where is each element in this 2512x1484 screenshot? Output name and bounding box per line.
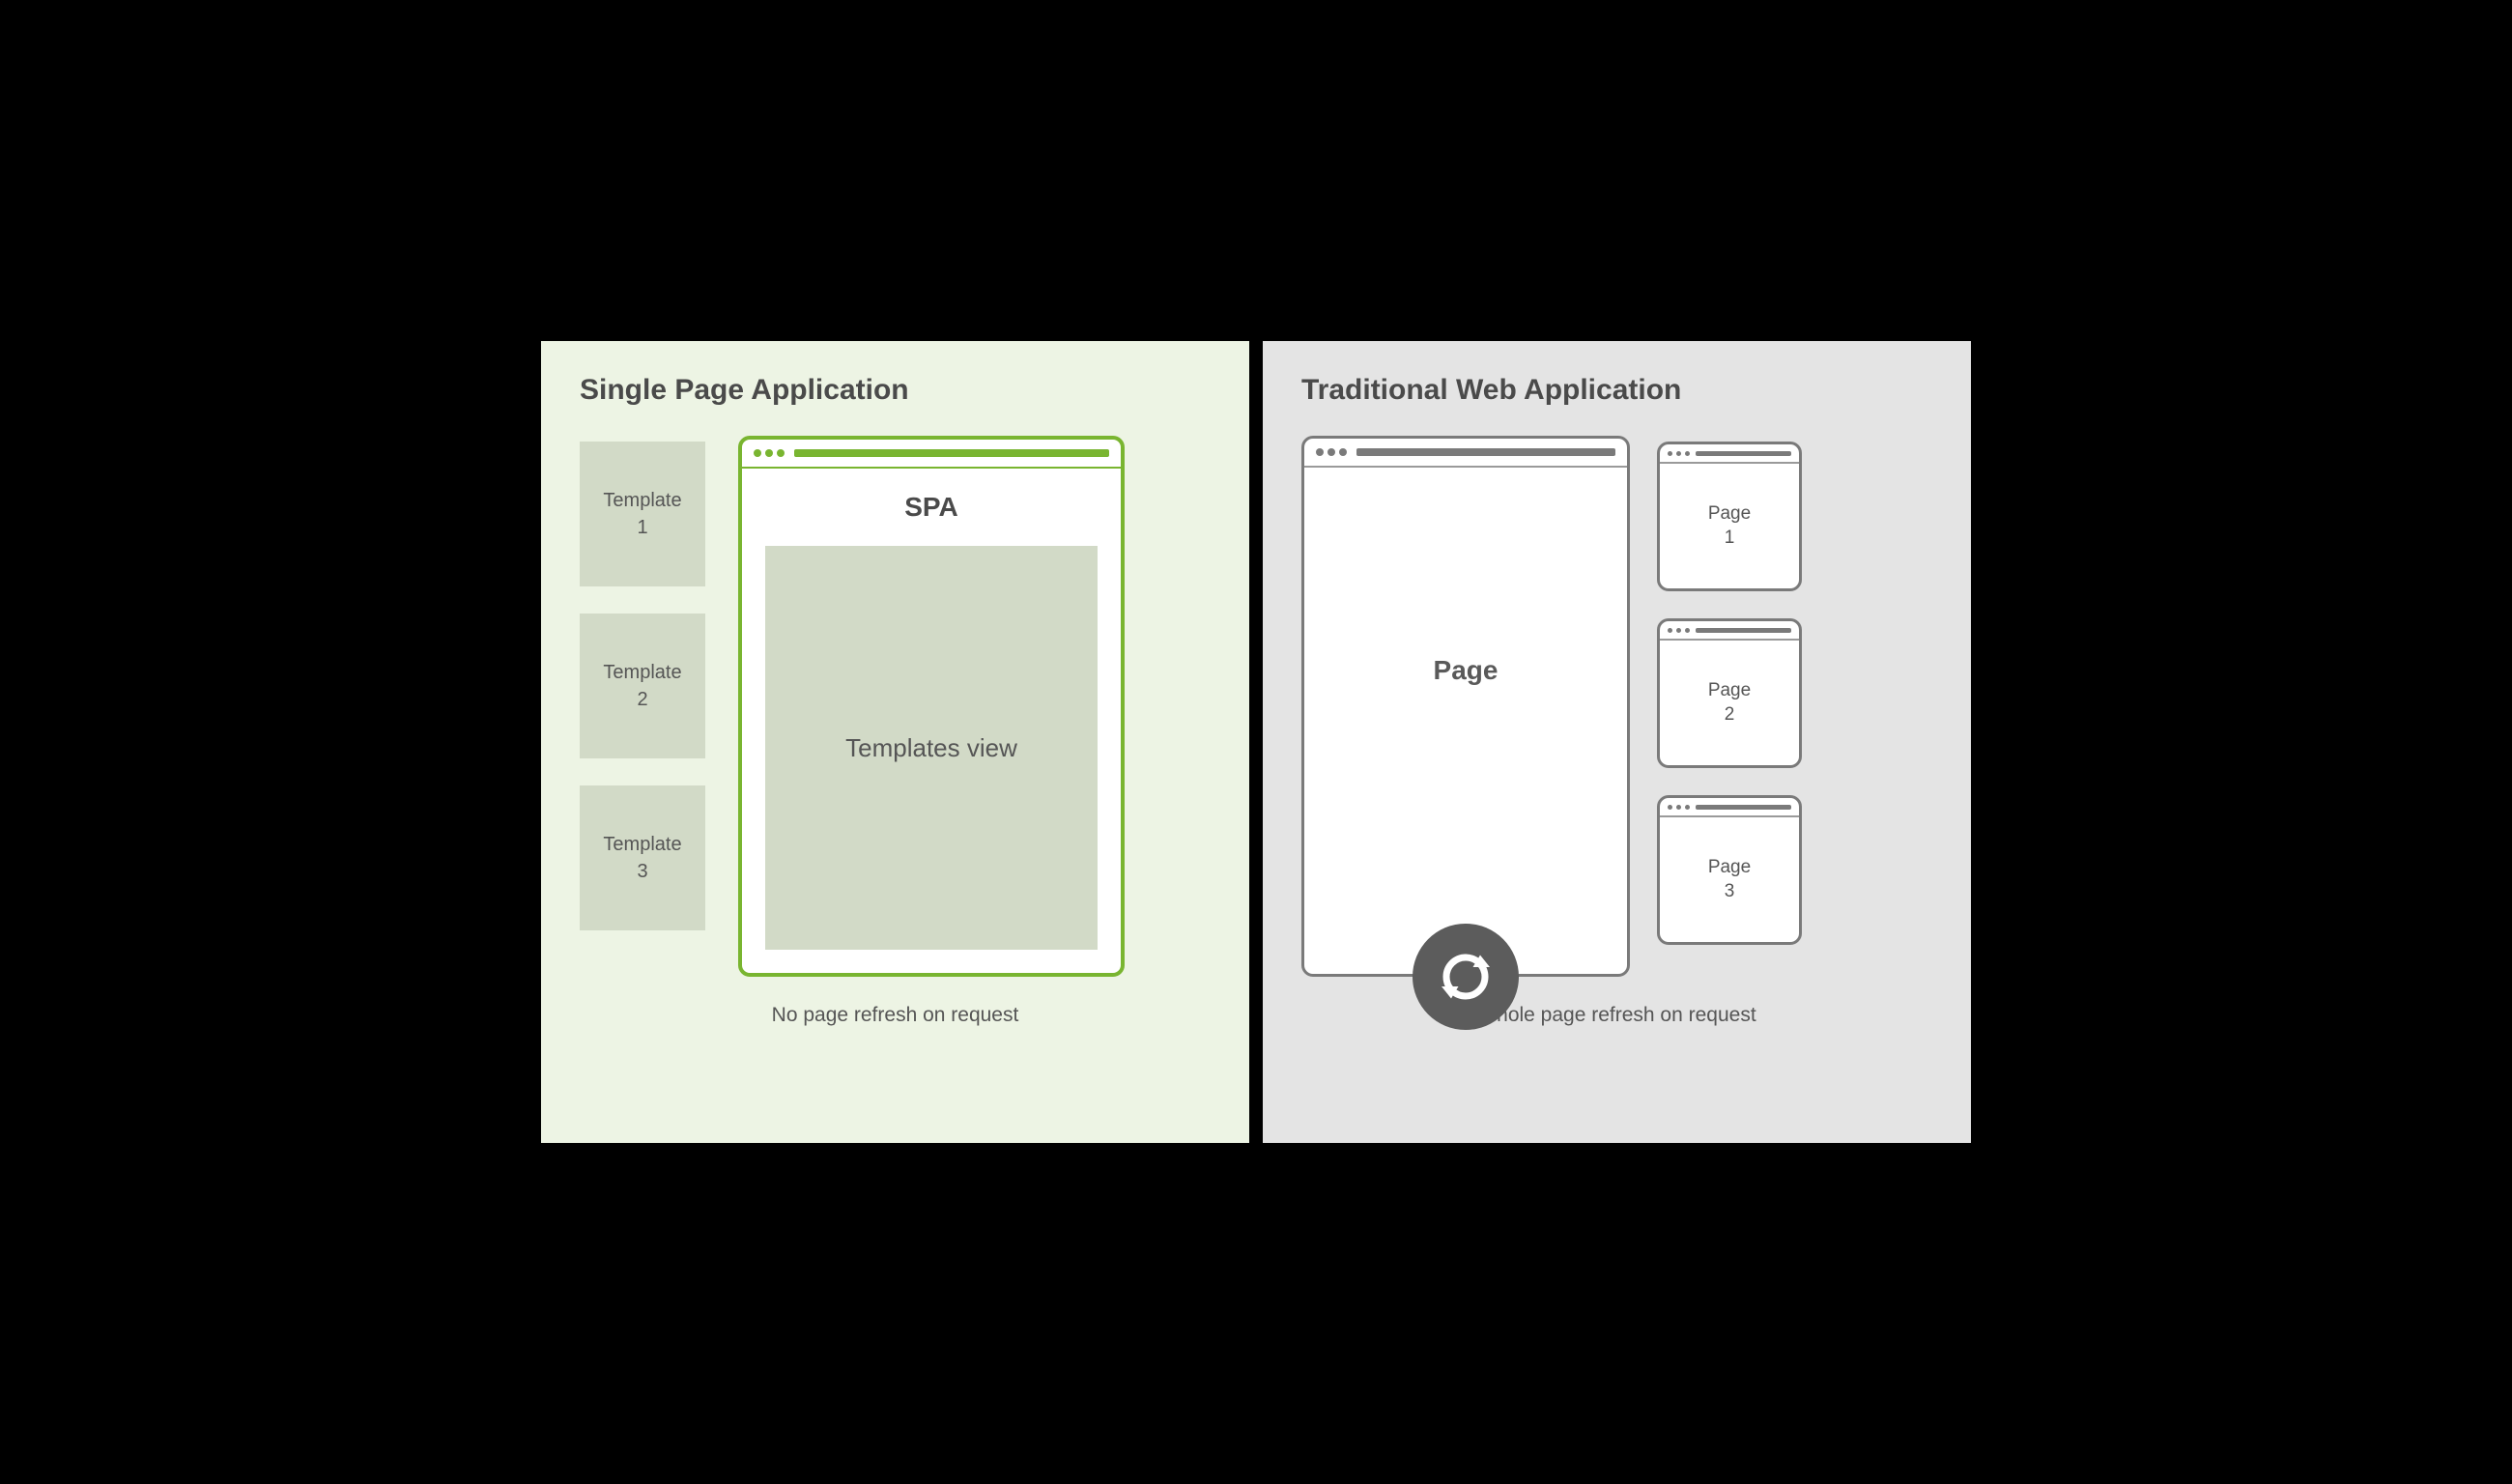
traditional-panel-title: Traditional Web Application xyxy=(1301,374,1932,407)
traditional-caption: Whole page refresh on request xyxy=(1301,1004,1932,1027)
template-box-1: Template 1 xyxy=(580,442,705,586)
page-thumb-header xyxy=(1660,621,1799,641)
window-dots-icon xyxy=(1668,805,1690,810)
main-page-body: Page xyxy=(1304,468,1627,974)
template-column: Template 1 Template 2 Template 3 xyxy=(580,436,705,930)
spa-caption: No page refresh on request xyxy=(580,1004,1211,1027)
page-thumb-header xyxy=(1660,798,1799,817)
spa-panel-title: Single Page Application xyxy=(580,374,1211,407)
page-thumb-1: Page 1 xyxy=(1657,442,1802,591)
spa-browser-body: SPA Templates view xyxy=(742,469,1121,973)
address-bar-icon xyxy=(1696,451,1791,456)
address-bar-icon xyxy=(1696,805,1791,810)
spa-browser-header xyxy=(742,440,1121,469)
templates-view-region: Templates view xyxy=(765,546,1098,950)
main-page-header xyxy=(1304,439,1627,468)
page-thumb-label: Page 3 xyxy=(1708,856,1751,903)
refresh-icon xyxy=(1413,924,1519,1030)
spa-heading: SPA xyxy=(904,492,958,523)
address-bar-icon xyxy=(794,449,1109,457)
page-heading: Page xyxy=(1434,655,1499,686)
page-thumb-2: Page 2 xyxy=(1657,618,1802,768)
page-thumb-label: Page 1 xyxy=(1708,502,1751,550)
address-bar-icon xyxy=(1696,628,1791,633)
address-bar-icon xyxy=(1356,448,1615,456)
main-page-wrap: Page xyxy=(1301,436,1630,977)
window-dots-icon xyxy=(1316,448,1347,456)
window-dots-icon xyxy=(1668,451,1690,456)
traditional-content-row: Page xyxy=(1301,436,1932,977)
pages-column: Page 1 Page 2 xyxy=(1657,436,1802,945)
page-thumb-header xyxy=(1660,444,1799,464)
traditional-panel: Traditional Web Application Page xyxy=(1263,341,1971,1143)
window-dots-icon xyxy=(754,449,785,457)
page-thumb-3: Page 3 xyxy=(1657,795,1802,945)
template-box-3: Template 3 xyxy=(580,785,705,930)
spa-content-row: Template 1 Template 2 Template 3 SPA Tem… xyxy=(580,436,1211,977)
spa-panel: Single Page Application Template 1 Templ… xyxy=(541,341,1249,1143)
page-thumb-label: Page 2 xyxy=(1708,679,1751,727)
window-dots-icon xyxy=(1668,628,1690,633)
spa-browser-window: SPA Templates view xyxy=(738,436,1125,977)
diagram-canvas: Single Page Application Template 1 Templ… xyxy=(541,341,1971,1143)
main-page-browser: Page xyxy=(1301,436,1630,977)
template-box-2: Template 2 xyxy=(580,614,705,758)
